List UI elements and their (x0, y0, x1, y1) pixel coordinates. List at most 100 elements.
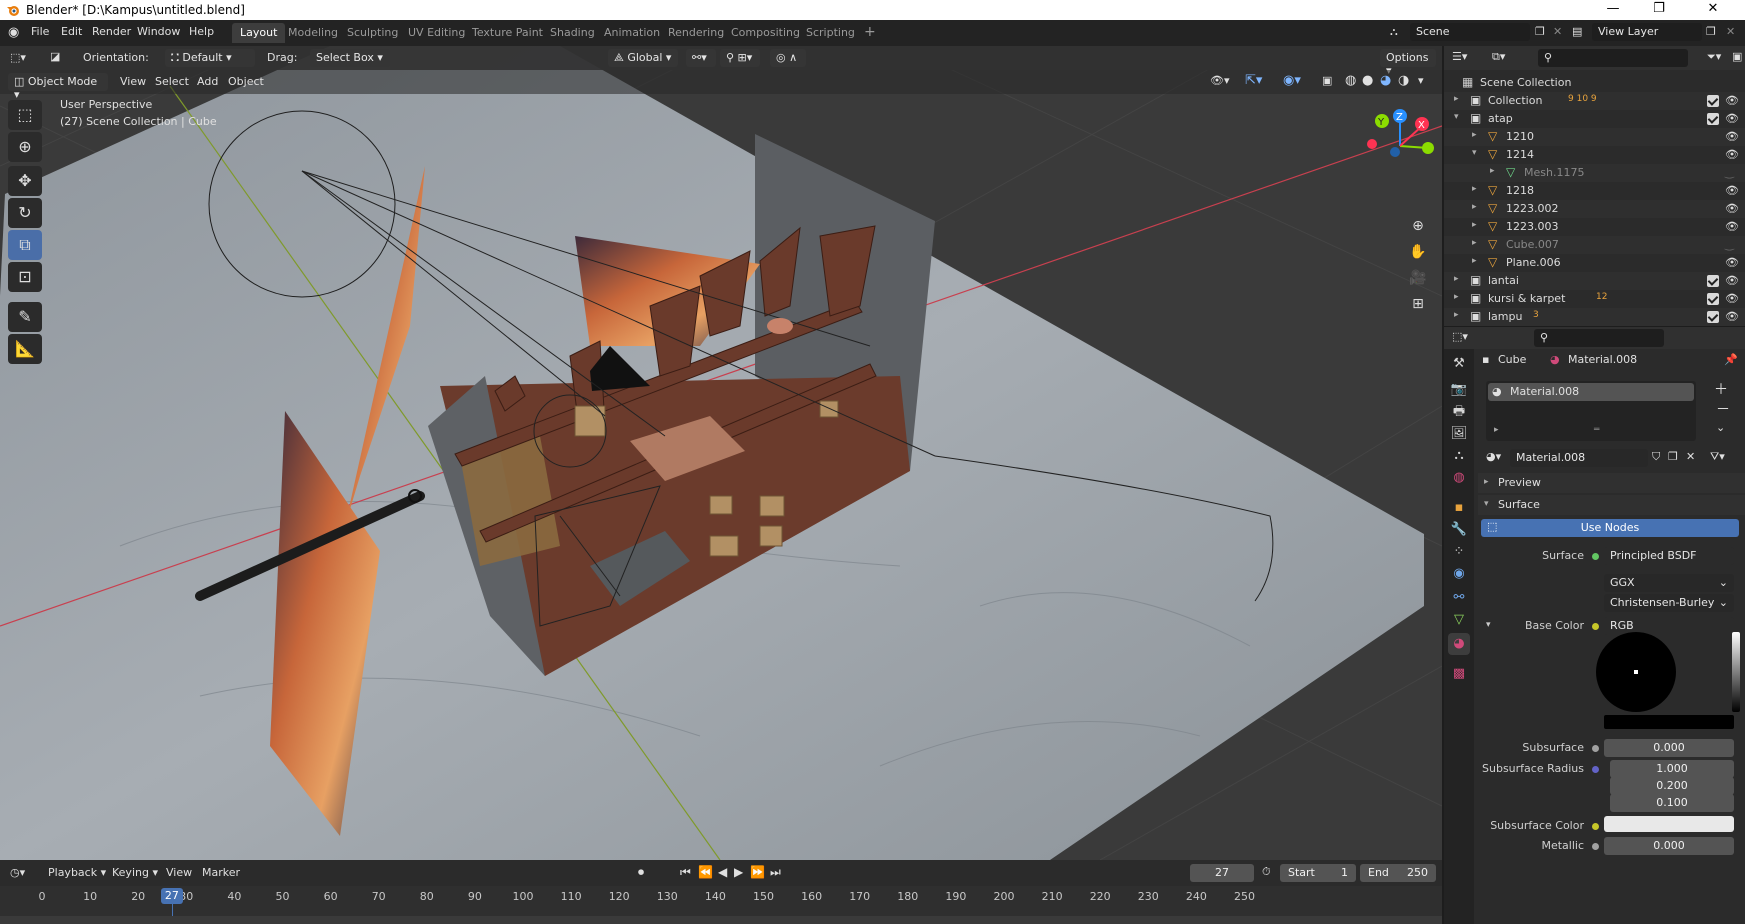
maximize-button[interactable]: ❐ (1636, 1, 1682, 19)
shading-options-icon[interactable]: ▾ (1418, 74, 1424, 87)
world-tab-icon[interactable]: ◍ (1448, 467, 1470, 489)
tab-uv-editing[interactable]: UV Editing (400, 23, 473, 43)
tab-texture-paint[interactable]: Texture Paint (464, 23, 551, 43)
new-collection-icon[interactable]: ▣ (1732, 50, 1742, 63)
tool-annotate[interactable]: ✎ (8, 302, 42, 332)
tool-measure[interactable]: 📐 (8, 334, 42, 364)
outliner-row[interactable]: ▸ ▽ Mesh.1175 ‿ (1444, 164, 1745, 182)
expand-arrow-icon[interactable]: ▸ (1454, 310, 1459, 320)
eye-icon[interactable]: 👁 (1725, 112, 1739, 125)
outliner-row[interactable]: ▸ ▽ Cube.007 ‿ (1444, 236, 1745, 254)
menu-render[interactable]: Render (92, 25, 131, 38)
start-frame-field[interactable]: Start 1 (1280, 864, 1356, 882)
timeline-menu-keying[interactable]: Keying ▾ (112, 866, 158, 879)
expand-arrow-icon[interactable]: ▸ (1472, 202, 1477, 212)
eye-icon[interactable]: 👁 (1725, 292, 1739, 305)
particles-tab-icon[interactable]: ⁘ (1448, 541, 1470, 563)
remove-slot-button[interactable]: － (1716, 399, 1730, 419)
data-tab-icon[interactable]: ▽ (1448, 609, 1470, 631)
constraints-tab-icon[interactable]: ⚯ (1448, 587, 1470, 609)
collection-include-checkbox[interactable] (1707, 275, 1719, 287)
surface-shader-field[interactable]: Principled BSDF (1604, 547, 1734, 565)
tool-cursor[interactable]: ⊕ (8, 132, 42, 162)
slot-specials-icon[interactable]: ⌄ (1716, 421, 1725, 434)
duplicate-material-icon[interactable]: ❐ (1668, 450, 1678, 463)
tab-shading[interactable]: Shading (542, 23, 603, 43)
outliner-row[interactable]: ▸ ▽ 1223.002 👁 (1444, 200, 1745, 218)
gizmo-toggle-icon[interactable]: ⇱▾ (1245, 73, 1262, 88)
texture-tab-icon[interactable]: ▩ (1448, 663, 1470, 685)
outliner-row[interactable]: ▸ ▽ 1223.003 👁 (1444, 218, 1745, 236)
subsurface-radius-z-field[interactable]: 0.100 (1610, 794, 1734, 812)
eye-icon[interactable]: 👁 (1725, 274, 1739, 287)
expand-arrow-icon[interactable]: ▸ (1454, 94, 1459, 104)
playhead[interactable]: 27 (160, 888, 183, 904)
collection-include-checkbox[interactable] (1707, 311, 1719, 323)
xray-icon[interactable]: ▣ (1322, 74, 1332, 87)
subsurface-method-dropdown[interactable]: Christensen-Burley ⌄ (1604, 594, 1734, 612)
unlink-material-icon[interactable]: ✕ (1686, 450, 1695, 463)
menu-file[interactable]: File (31, 25, 49, 38)
modifier-tab-icon[interactable]: 🔧 (1448, 519, 1470, 541)
physics-tab-icon[interactable]: ◉ (1448, 563, 1470, 585)
proportional-edit-icon[interactable]: ◎ ∧ (770, 49, 806, 67)
navigation-gizmo[interactable]: Z Y X (1360, 106, 1440, 196)
tab-scripting[interactable]: Scripting (798, 23, 863, 43)
value-slider[interactable] (1732, 632, 1740, 712)
clock-icon[interactable]: ⏱ (1262, 865, 1271, 879)
prev-keyframe-icon[interactable]: ⏪ (698, 865, 713, 879)
surface-panel-header[interactable]: ▾ Surface (1478, 495, 1745, 515)
new-view-layer-icon[interactable]: ❐ (1706, 25, 1716, 38)
orientation-dropdown[interactable]: ⛚ Default ▾ (165, 49, 255, 67)
eye-icon[interactable]: 👁 (1725, 94, 1739, 107)
eye-icon[interactable]: 👁 (1725, 202, 1739, 215)
tab-animation[interactable]: Animation (596, 23, 668, 43)
play-icon[interactable]: ▶ (734, 865, 743, 879)
record-icon[interactable]: ⏺ (638, 865, 644, 880)
subsurface-color-swatch[interactable] (1604, 816, 1734, 832)
timeline-scrollbar[interactable] (0, 916, 1442, 924)
color-wheel-cursor[interactable] (1634, 670, 1638, 674)
properties-editor-icon[interactable]: ⬚▾ (1452, 330, 1468, 343)
render-tab-icon[interactable]: 📷 (1448, 379, 1470, 401)
tab-compositing[interactable]: Compositing (723, 23, 808, 43)
view-layer-tab-icon[interactable]: 🖼 (1448, 423, 1470, 445)
jump-start-icon[interactable]: ⏮ (680, 865, 691, 880)
output-tab-icon[interactable]: 🖶 (1448, 401, 1470, 423)
tool-transform[interactable]: ⊡ (8, 262, 42, 292)
object-tab-icon[interactable]: ▪ (1448, 497, 1470, 519)
material-tab-icon[interactable]: ◕ (1448, 633, 1470, 655)
next-keyframe-icon[interactable]: ⏩ (750, 865, 765, 879)
tab-layout[interactable]: Layout (232, 23, 286, 43)
tool-tab-icon[interactable]: ⚒ (1448, 353, 1470, 375)
expand-arrow-icon[interactable]: ▸ (1454, 292, 1459, 302)
tab-modeling[interactable]: Modeling (280, 23, 346, 43)
properties-search-input[interactable]: ⚲ (1534, 329, 1664, 347)
eye-icon[interactable]: 👁 (1725, 256, 1739, 269)
scene-tab-icon[interactable]: ⛬ (1448, 445, 1470, 467)
timeline-ruler[interactable]: 0 10 20 30 40 50 60 70 80 90 100 110 120 130 140 150 160… (0, 886, 1442, 924)
outliner-row[interactable]: ▸ ▽ Plane.006 👁 (1444, 254, 1745, 272)
display-mode-icon[interactable]: ⧉▾ (1492, 50, 1505, 64)
perspective-toggle-icon[interactable]: ⊞ (1406, 292, 1430, 316)
outliner-row[interactable]: ▸ ▣ kursi & karpet 12 👁 (1444, 290, 1745, 308)
outliner-search-input[interactable]: ⚲ (1538, 49, 1688, 67)
outliner-editor-icon[interactable]: ☰▾ (1452, 50, 1467, 63)
menu-window[interactable]: Window (137, 25, 180, 38)
tool-scale[interactable]: ⧉ (8, 230, 42, 260)
mode-dropdown[interactable]: ◫ Object Mode ▾ (8, 73, 108, 101)
new-scene-icon[interactable]: ❐ (1535, 25, 1545, 38)
expand-arrow-icon[interactable]: ▸ (1472, 220, 1477, 230)
metallic-field[interactable]: 0.000 (1604, 837, 1734, 855)
shading-solid-icon[interactable]: ● (1362, 73, 1373, 88)
filter-icon[interactable]: ⏷▾ (1707, 50, 1721, 64)
play-reverse-icon[interactable]: ◀ (718, 865, 727, 879)
timeline-menu-view[interactable]: View (166, 866, 192, 879)
view-layer-selector[interactable]: View Layer (1592, 23, 1702, 41)
base-color-swatch[interactable] (1604, 715, 1734, 729)
viewport-menu-object[interactable]: Object (228, 75, 264, 88)
transform-affect-icon[interactable]: ◪ (50, 50, 60, 63)
eye-icon[interactable]: 👁 (1725, 310, 1739, 323)
distribution-dropdown[interactable]: GGX ⌄ (1604, 574, 1734, 592)
transform-orientation-dropdown[interactable]: ⟁ Global ▾ (608, 49, 678, 67)
